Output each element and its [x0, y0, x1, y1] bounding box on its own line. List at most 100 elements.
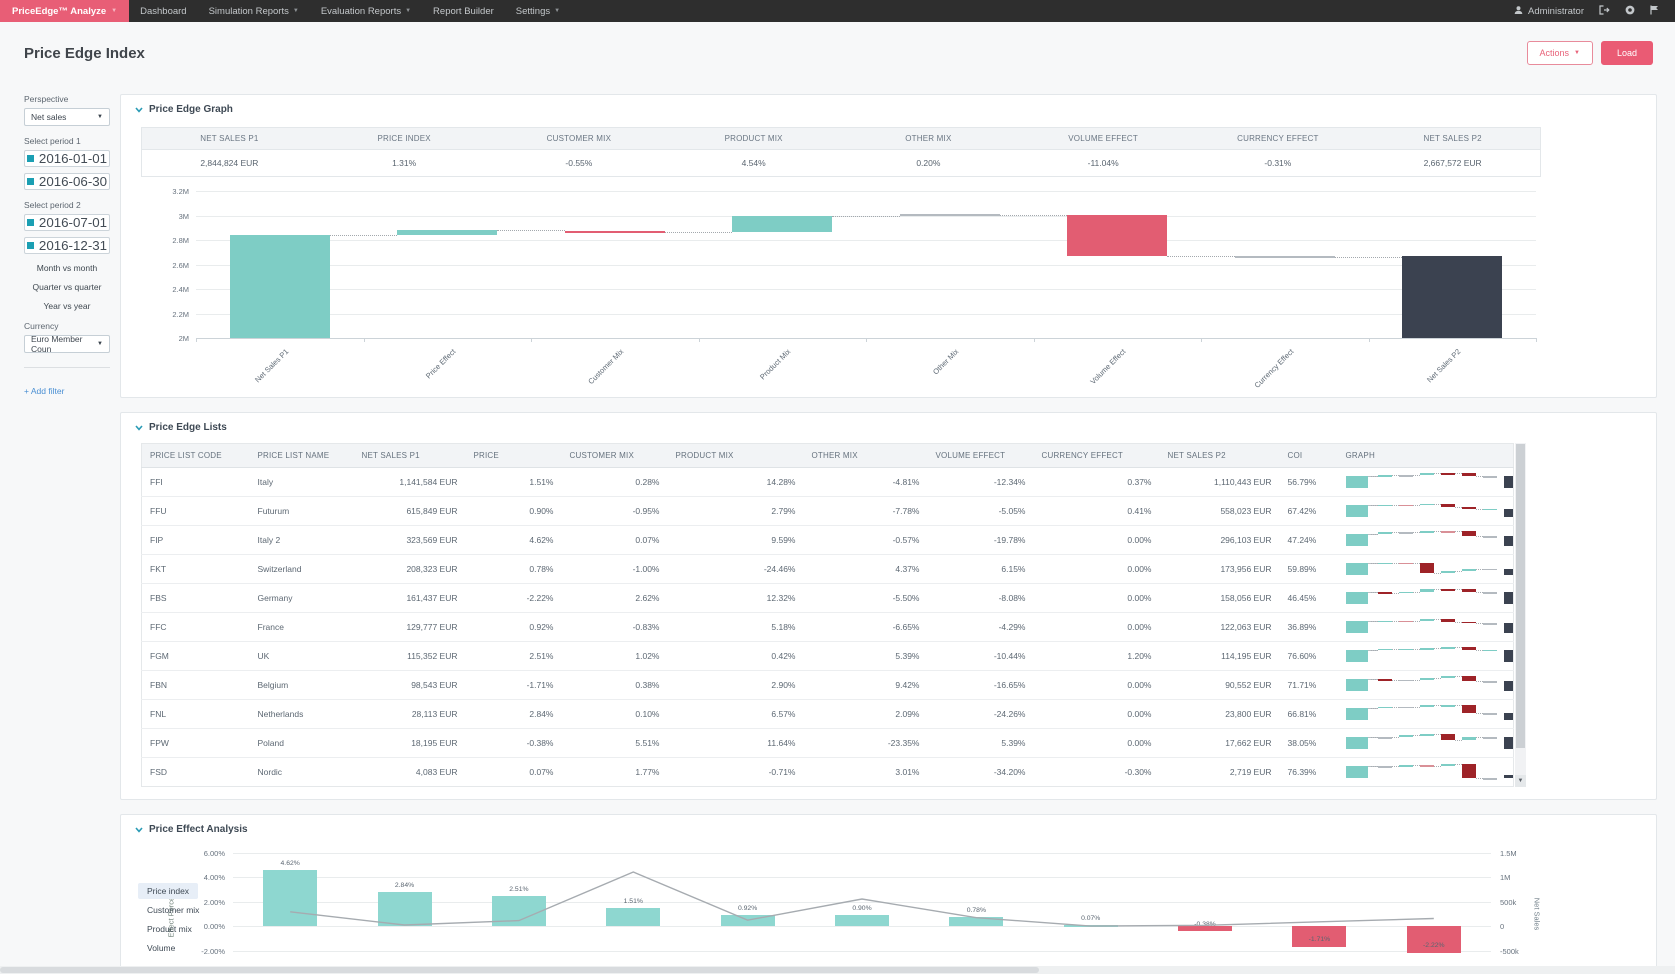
nav-item-settings[interactable]: Settings ▼ — [505, 0, 571, 22]
spark-segment — [1482, 536, 1497, 538]
spark-segment — [1440, 618, 1455, 622]
table-row-fpw[interactable]: FPW Poland 18,195 EUR -0.38% 5.51% 11.64% -23.… — [141, 728, 1514, 758]
spark-p1-bar — [1345, 563, 1368, 575]
actions-button[interactable]: Actions ▼ — [1526, 41, 1593, 65]
tab-price-index[interactable]: Price index — [138, 883, 199, 899]
period2-label: Select period 2 — [24, 200, 81, 210]
perspective-select[interactable]: Net sales ▼ — [24, 108, 110, 126]
column-header-price-list-code[interactable]: PRICE LIST CODE — [141, 443, 250, 468]
mini-waterfall-sparkline — [1345, 530, 1514, 550]
waterfall-connector — [329, 234, 398, 236]
period1-label: Select period 1 — [24, 136, 81, 146]
cell-net-sales-p2: 296,103 EUR — [1159, 525, 1280, 555]
scrollbar-thumb[interactable] — [1516, 444, 1525, 748]
table-scrollbar[interactable]: ▼ — [1515, 443, 1526, 787]
compare-link-month-vs-month[interactable]: Month vs month — [24, 263, 110, 273]
period2-end-input[interactable]: 2016-12-31 — [24, 237, 110, 254]
cell-volume-effect: -5.05% — [927, 496, 1034, 526]
column-header-price-list-name[interactable]: PRICE LIST NAME — [249, 443, 354, 468]
load-button[interactable]: Load — [1600, 41, 1653, 65]
flag-icon[interactable] — [1650, 5, 1659, 18]
nav-item-dashboard[interactable]: Dashboard — [129, 0, 197, 22]
spark-connector — [1475, 592, 1483, 594]
x-axis-tick — [1033, 338, 1035, 342]
logout-icon[interactable] — [1599, 4, 1610, 18]
table-row-fsd[interactable]: FSD Nordic 4,083 EUR 0.07% 1.77% -0.71% 3.01% -… — [141, 757, 1514, 787]
column-header-net-sales-p1[interactable]: NET SALES P1 — [353, 443, 466, 468]
gridline — [233, 950, 1491, 952]
brand-menu[interactable]: PriceEdge™ Analyze ▼ — [0, 0, 130, 22]
spark-segment — [1440, 473, 1455, 475]
cell-other-mix: 2.09% — [803, 699, 928, 729]
table-row-ffc[interactable]: FFC France 129,777 EUR 0.92% -0.83% 5.18% -6.6… — [141, 612, 1514, 642]
cell-currency-effect: 0.37% — [1033, 467, 1160, 497]
spark-connector — [1391, 562, 1399, 564]
tab-customer-mix[interactable]: Customer mix — [138, 902, 208, 918]
compare-link-year-vs-year[interactable]: Year vs year — [24, 301, 110, 311]
column-header-other-mix[interactable]: OTHER MIX — [803, 443, 928, 468]
spark-segment — [1398, 706, 1413, 709]
column-header-net-sales-p2[interactable]: NET SALES P2 — [1159, 443, 1280, 468]
mini-waterfall-sparkline — [1345, 733, 1514, 753]
table-row-fbs[interactable]: FBS Germany 161,437 EUR -2.22% 2.62% 12.32% -5… — [141, 583, 1514, 613]
price-lists-table: PRICE LIST CODE PRICE LIST NAME NET SALES … — [141, 443, 1514, 787]
cell-price-list-name: Italy — [249, 467, 354, 497]
add-filter-link[interactable]: + Add filter — [24, 386, 64, 396]
compare-link-quarter-vs-quarter[interactable]: Quarter vs quarter — [24, 282, 110, 292]
spark-connector — [1454, 676, 1462, 677]
spark-connector — [1454, 647, 1462, 648]
table-row-fbn[interactable]: FBN Belgium 98,543 EUR -1.71% 0.38% 2.90% 9.42… — [141, 670, 1514, 700]
table-row-fkt[interactable]: FKT Switzerland 208,323 EUR 0.78% -1.00% -24.… — [141, 554, 1514, 584]
cell-other-mix: 5.39% — [803, 641, 928, 671]
table-row-ffu[interactable]: FFU Futurum 615,849 EUR 0.90% -0.95% 2.79% -7.… — [141, 496, 1514, 526]
table-row-fnl[interactable]: FNL Netherlands 28,113 EUR 2.84% 0.10% 6.57% 2… — [141, 699, 1514, 729]
cell-net-sales-p1: 4,083 EUR — [353, 757, 466, 787]
spark-p1-bar — [1345, 708, 1368, 720]
spark-connector — [1412, 475, 1420, 477]
spark-connector — [1412, 679, 1420, 681]
summary-header-price-index: PRICE INDEX — [377, 134, 431, 143]
help-icon[interactable] — [1625, 5, 1635, 18]
cell-volume-effect: -12.34% — [927, 467, 1034, 497]
spark-segment — [1398, 734, 1413, 738]
nav-item-report-builder[interactable]: Report Builder — [422, 0, 505, 22]
column-header-coi[interactable]: COI — [1279, 443, 1338, 468]
analysis-panel-title[interactable]: Price Effect Analysis — [121, 815, 1656, 841]
spark-connector — [1475, 650, 1483, 652]
column-header-graph[interactable]: GRAPH — [1337, 443, 1514, 468]
scrollbar-thumb[interactable] — [0, 967, 1039, 973]
column-header-volume-effect[interactable]: VOLUME EFFECT — [927, 443, 1034, 468]
spark-connector — [1412, 765, 1420, 767]
period1-start-input[interactable]: 2016-01-01 — [24, 150, 110, 167]
table-row-fgm[interactable]: FGM UK 115,352 EUR 2.51% 1.02% 0.42% 5.39% -10.… — [141, 641, 1514, 671]
nav-item-evaluation-reports[interactable]: Evaluation Reports ▼ — [310, 0, 422, 22]
period2-start-input[interactable]: 2016-07-01 — [24, 214, 110, 231]
column-header-customer-mix[interactable]: CUSTOMER MIX — [561, 443, 668, 468]
filter-sidebar: Perspective Net sales ▼ Select period 1 … — [24, 84, 110, 974]
column-header-currency-effect[interactable]: CURRENCY EFFECT — [1033, 443, 1160, 468]
table-row-fip[interactable]: FIP Italy 2 323,569 EUR 4.62% 0.07% 9.59% -0.5… — [141, 525, 1514, 555]
scrollbar-down-arrow[interactable]: ▼ — [1515, 775, 1526, 787]
cell-customer-mix: 0.07% — [561, 525, 668, 555]
column-header-price[interactable]: PRICE — [465, 443, 562, 468]
spark-segment — [1398, 679, 1413, 682]
currency-select[interactable]: Euro Member Coun ▼ — [24, 334, 110, 354]
user-menu[interactable]: Administrator — [1514, 5, 1584, 18]
lists-panel-title[interactable]: Price Edge Lists — [121, 413, 1656, 439]
spark-segment — [1377, 648, 1392, 651]
spark-segment — [1440, 705, 1455, 707]
tab-volume[interactable]: Volume — [138, 940, 184, 956]
cell-coi: 76.39% — [1279, 757, 1338, 787]
spark-connector — [1370, 505, 1378, 506]
tab-product-mix[interactable]: Product mix — [138, 921, 201, 937]
nav-item-simulation-reports[interactable]: Simulation Reports ▼ — [198, 0, 310, 22]
graph-panel-title[interactable]: Price Edge Graph — [121, 95, 1656, 121]
cell-coi: 46.45% — [1279, 583, 1338, 613]
mini-waterfall-sparkline — [1345, 704, 1514, 724]
cell-customer-mix: 1.02% — [561, 641, 668, 671]
period1-end-input[interactable]: 2016-06-30 — [24, 173, 110, 190]
spark-connector — [1433, 531, 1441, 532]
page-horizontal-scrollbar[interactable] — [0, 966, 1675, 974]
column-header-product-mix[interactable]: PRODUCT MIX — [667, 443, 804, 468]
table-row-ffi[interactable]: FFI Italy 1,141,584 EUR 1.51% 0.28% 14.28% -4.… — [141, 467, 1514, 497]
